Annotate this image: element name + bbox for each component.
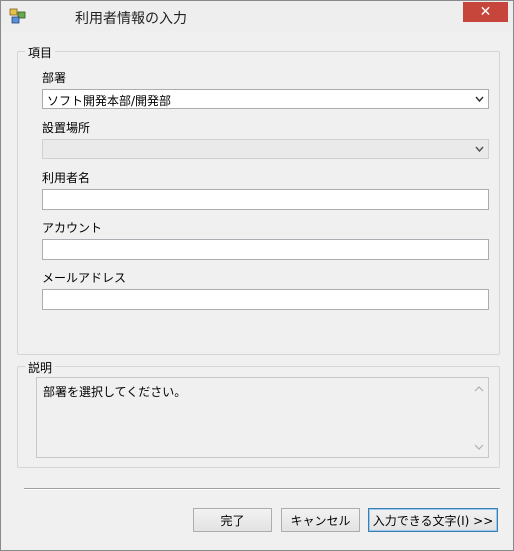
dialog-content: 項目 部署 ソフト開発本部/開発部 設置場所 利用者名 アカウント メールアドレ… bbox=[9, 32, 505, 542]
finish-button[interactable]: 完了 bbox=[193, 508, 272, 532]
description-group-legend: 説明 bbox=[25, 359, 56, 376]
title-bar[interactable]: 利用者情報の入力 ✕ bbox=[1, 1, 513, 31]
dialog-window: 利用者情報の入力 ✕ 項目 部署 ソフト開発本部/開発部 設置場所 利用者名 ア… bbox=[0, 0, 514, 551]
user-name-field[interactable] bbox=[42, 189, 489, 210]
department-select[interactable]: ソフト開発本部/開発部 bbox=[42, 89, 489, 109]
footer-separator bbox=[24, 488, 500, 490]
description-text: 部署を選択してください。 bbox=[43, 385, 187, 399]
close-icon: ✕ bbox=[479, 4, 492, 20]
items-group: 項目 部署 ソフト開発本部/開発部 設置場所 利用者名 アカウント メールアドレ… bbox=[17, 44, 500, 355]
account-field[interactable] bbox=[42, 239, 489, 260]
department-select-value: ソフト開発本部/開発部 bbox=[47, 94, 172, 108]
chevron-down-icon bbox=[475, 146, 484, 153]
scroll-up-icon[interactable] bbox=[474, 385, 484, 393]
items-group-legend: 項目 bbox=[25, 44, 56, 61]
location-select[interactable] bbox=[42, 139, 489, 159]
email-label: メールアドレス bbox=[42, 271, 127, 285]
description-box[interactable]: 部署を選択してください。 bbox=[36, 377, 489, 458]
close-button[interactable]: ✕ bbox=[463, 2, 508, 22]
cancel-button[interactable]: キャンセル bbox=[281, 508, 360, 532]
account-label: アカウント bbox=[42, 221, 103, 235]
user-name-label: 利用者名 bbox=[42, 171, 91, 185]
window-title: 利用者情報の入力 bbox=[75, 11, 187, 27]
description-scrollbar[interactable] bbox=[471, 378, 488, 457]
department-label: 部署 bbox=[42, 71, 67, 85]
location-label: 設置場所 bbox=[42, 121, 91, 135]
scroll-down-icon[interactable] bbox=[474, 443, 484, 451]
description-group: 説明 部署を選択してください。 bbox=[17, 359, 500, 468]
app-icon bbox=[9, 8, 26, 24]
chevron-down-icon bbox=[475, 96, 484, 103]
email-field[interactable] bbox=[42, 289, 489, 310]
input-chars-button[interactable]: 入力できる文字(I) >> bbox=[368, 508, 498, 532]
